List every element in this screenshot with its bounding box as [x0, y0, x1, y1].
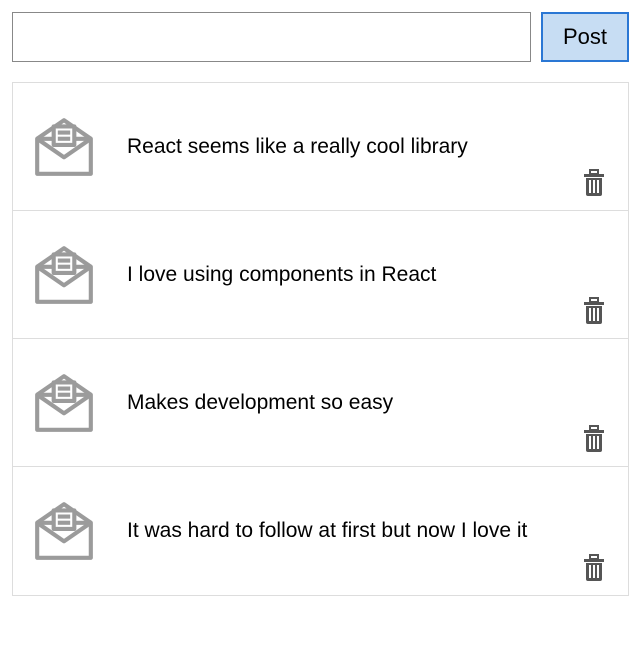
list-item: It was hard to follow at first but now I…	[13, 467, 628, 595]
trash-icon	[582, 296, 606, 324]
post-input[interactable]	[12, 12, 531, 62]
post-text: It was hard to follow at first but now I…	[127, 516, 610, 545]
post-button[interactable]: Post	[541, 12, 629, 62]
envelope-icon	[31, 242, 97, 308]
envelope-icon	[31, 498, 97, 564]
delete-button[interactable]	[578, 422, 610, 454]
envelope-icon	[31, 370, 97, 436]
list-item: React seems like a really cool library	[13, 83, 628, 211]
delete-button[interactable]	[578, 551, 610, 583]
delete-button[interactable]	[578, 166, 610, 198]
trash-icon	[582, 424, 606, 452]
envelope-icon	[31, 114, 97, 180]
composer-row: Post	[12, 12, 629, 62]
post-list: React seems like a really cool library	[12, 82, 629, 596]
post-text: I love using components in React	[127, 260, 610, 289]
post-text: Makes development so easy	[127, 388, 610, 417]
list-item: Makes development so easy	[13, 339, 628, 467]
trash-icon	[582, 553, 606, 581]
list-item: I love using components in React	[13, 211, 628, 339]
post-text: React seems like a really cool library	[127, 132, 610, 161]
delete-button[interactable]	[578, 294, 610, 326]
trash-icon	[582, 168, 606, 196]
